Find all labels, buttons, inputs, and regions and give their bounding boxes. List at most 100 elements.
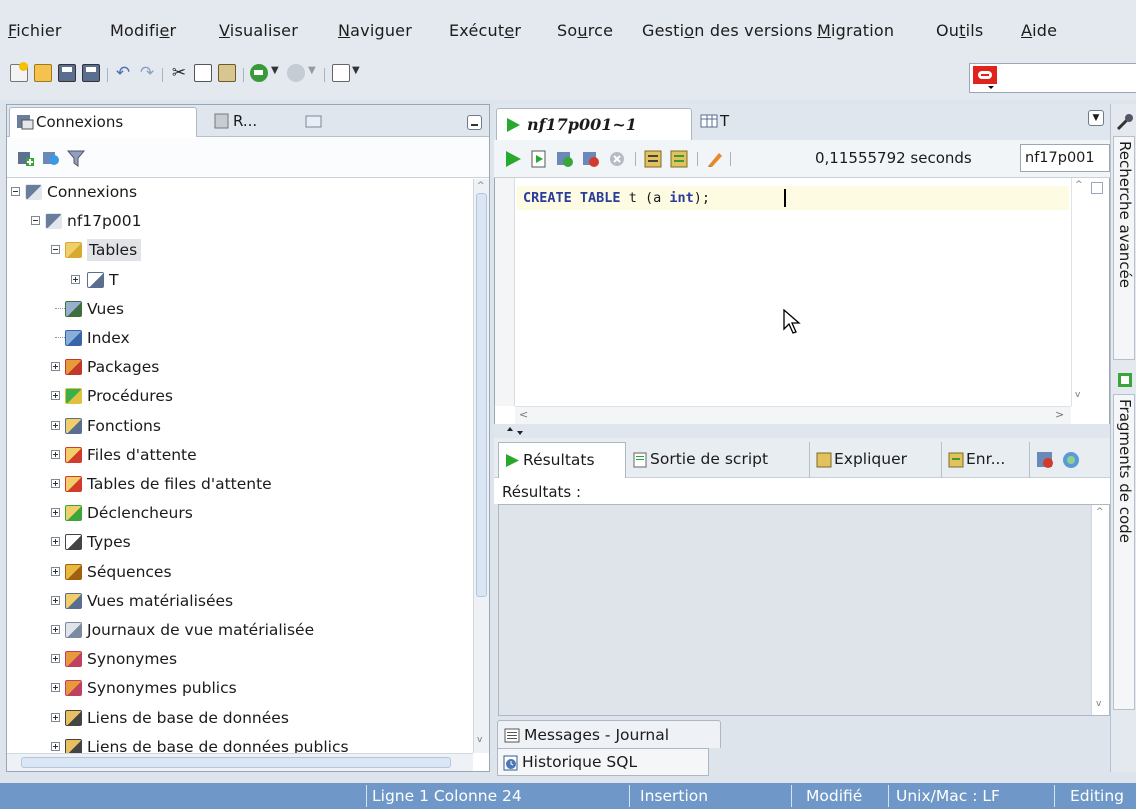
menu-view[interactable]: Visualiser (219, 21, 298, 40)
menu-file[interactable]: Fichier (8, 21, 62, 40)
tree-item-proc-dures[interactable]: Procédures (7, 383, 473, 411)
tab-worksheet[interactable]: nf17p001~1 (496, 108, 692, 140)
refresh-icon[interactable] (42, 150, 60, 167)
menu-run[interactable]: Exécuter (449, 21, 521, 40)
autotrace-icon[interactable] (670, 150, 688, 168)
expand-icon[interactable] (51, 420, 60, 430)
tab-autotrace[interactable]: Enr... (944, 442, 1030, 478)
filter-icon[interactable] (67, 150, 85, 167)
save-icon[interactable] (58, 64, 76, 82)
tab-messages-log[interactable]: Messages - Journal (497, 720, 721, 748)
redo-icon[interactable]: ↷ (138, 64, 156, 82)
editor-results-splitter[interactable] (494, 424, 1110, 438)
owa-output-icon[interactable] (1062, 451, 1080, 469)
tree-item-connexions[interactable]: Connexions (7, 179, 473, 207)
tree-item-vues-mat-rialis-es[interactable]: Vues matérialisées (7, 588, 473, 616)
open-icon[interactable] (34, 64, 52, 82)
connection-select[interactable]: nf17p001 (1020, 144, 1110, 172)
tab-code-snippets[interactable]: Fragments de code (1113, 394, 1135, 710)
tree-item-s-quences[interactable]: Séquences (7, 559, 473, 587)
tab-sql-history[interactable]: Historique SQL (497, 748, 709, 776)
expand-icon[interactable] (51, 566, 60, 576)
commit-icon[interactable] (556, 150, 574, 168)
expand-icon[interactable] (51, 479, 60, 488)
tree-item-synonymes[interactable]: Synonymes (7, 646, 473, 674)
tree-item-fonctions[interactable]: Fonctions (7, 413, 473, 441)
editor-vertical-scrollbar[interactable]: ^ v (1071, 178, 1087, 406)
dbms-output-icon[interactable] (1036, 451, 1054, 469)
menu-migration[interactable]: Migration (817, 21, 894, 40)
tree-item-tables[interactable]: Tables (7, 237, 473, 265)
rollback-icon[interactable] (582, 150, 600, 168)
sql-worksheet-icon[interactable] (332, 64, 350, 82)
new-icon[interactable] (10, 62, 28, 82)
splitter-arrows-icon[interactable] (506, 427, 528, 436)
add-connection-icon[interactable] (17, 150, 35, 167)
expand-icon[interactable] (51, 625, 60, 634)
tree-item-tables-de-files-d-attente[interactable]: Tables de files d'attente (7, 471, 473, 499)
explain-plan-icon[interactable] (644, 150, 662, 168)
wrench-icon[interactable] (1115, 112, 1135, 132)
expand-icon[interactable] (51, 654, 60, 664)
tree-item-types[interactable]: Types (7, 529, 473, 557)
tree-item-files-d-attente[interactable]: Files d'attente (7, 442, 473, 470)
tab-script-output[interactable]: Sortie de script (628, 442, 810, 478)
run-statement-icon[interactable] (504, 150, 522, 168)
tab-advanced-search[interactable]: Recherche avancée (1113, 136, 1135, 360)
snippets-icon[interactable] (1117, 372, 1133, 388)
menu-edit[interactable]: Modifier (110, 21, 176, 40)
expand-icon[interactable] (51, 391, 60, 401)
tab-connections[interactable]: Connexions (9, 107, 197, 137)
tree-item-vues[interactable]: Vues (7, 296, 473, 324)
collapse-icon[interactable] (11, 187, 20, 196)
tree-vertical-scrollbar[interactable]: ^ v (473, 179, 489, 753)
collapse-icon[interactable] (51, 245, 60, 255)
tree-item-nf17p001[interactable]: nf17p001 (7, 208, 473, 236)
tree-item-d-clencheurs[interactable]: Déclencheurs (7, 500, 473, 528)
save-all-icon[interactable] (82, 64, 100, 82)
tab-results[interactable]: Résultats (498, 442, 626, 478)
expand-icon[interactable] (51, 508, 60, 518)
run-script-icon[interactable] (530, 150, 548, 168)
chevron-down-icon[interactable]: ▼ (352, 65, 360, 76)
results-vertical-scrollbar[interactable]: ^ v (1091, 505, 1109, 715)
oracle-search-icon[interactable] (972, 64, 1000, 90)
expand-icon[interactable] (51, 712, 60, 722)
collapse-icon[interactable] (31, 216, 40, 226)
expand-icon[interactable] (51, 449, 60, 459)
tab-files[interactable] (303, 107, 333, 137)
tree-item-journaux-de-vue-mat-rialis-e[interactable]: Journaux de vue matérialisée (7, 617, 473, 645)
tab-list-icon[interactable]: ▼ (1088, 110, 1104, 126)
expand-icon[interactable] (71, 274, 80, 284)
menu-navigate[interactable]: Naviguer (338, 21, 412, 40)
results-grid[interactable]: ^ v (498, 504, 1110, 716)
undo-icon[interactable]: ↶ (114, 64, 132, 82)
tab-reports[interactable]: R... (207, 107, 297, 137)
menu-help[interactable]: Aide (1021, 21, 1057, 40)
tree-item-synonymes-publics[interactable]: Synonymes publics (7, 675, 473, 703)
tree-item-index[interactable]: Index (7, 325, 473, 353)
menu-versioning[interactable]: Gestion des versions (642, 21, 813, 40)
cut-icon[interactable]: ✂ (170, 64, 188, 82)
expand-icon[interactable] (51, 362, 60, 372)
menu-source[interactable]: Source (557, 21, 613, 40)
editor-horizontal-scrollbar[interactable]: < > (515, 406, 1071, 424)
code-line[interactable]: CREATE TABLE t (a int); (517, 186, 1069, 210)
expand-icon[interactable] (51, 741, 60, 751)
scrollbar-thumb[interactable] (476, 193, 487, 597)
sql-editor[interactable]: CREATE TABLE t (a int); ^ v < > (494, 178, 1110, 424)
expand-icon[interactable] (51, 537, 60, 547)
back-icon[interactable] (250, 64, 268, 82)
tab-explain[interactable]: Expliquer (812, 442, 942, 478)
checkbox-icon[interactable] (1091, 182, 1103, 194)
tree-horizontal-scrollbar[interactable] (7, 753, 473, 771)
expand-icon[interactable] (51, 683, 60, 693)
tree-item-packages[interactable]: Packages (7, 354, 473, 382)
tree-item-liens-de-base-de-donn-es[interactable]: Liens de base de données (7, 705, 473, 733)
copy-icon[interactable] (194, 64, 212, 82)
tree-item-liens-de-base-de-donn-es-publics[interactable]: Liens de base de données publics (7, 734, 473, 753)
expand-icon[interactable] (51, 595, 60, 605)
paste-icon[interactable] (218, 64, 236, 82)
tree-item-t[interactable]: T (7, 267, 473, 295)
menu-tools[interactable]: Outils (936, 21, 983, 40)
